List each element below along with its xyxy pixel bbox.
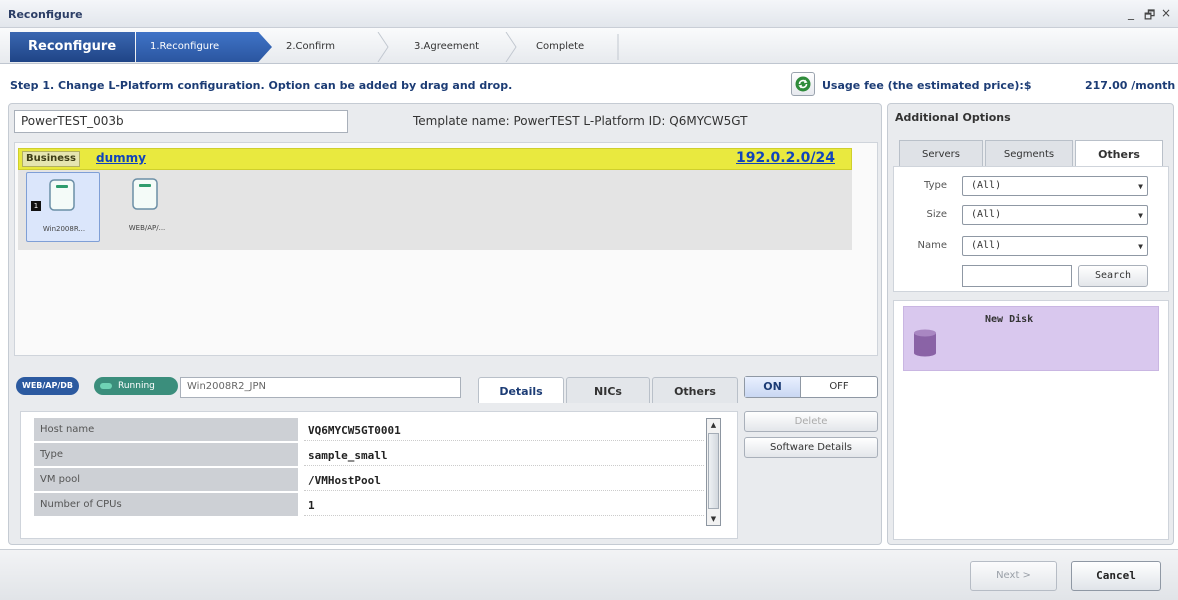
segment-network-link[interactable]: 192.0.2.0/24 (736, 150, 835, 166)
chevron-down-icon: ▼ (1138, 211, 1143, 220)
next-button[interactable]: Next > (970, 561, 1057, 591)
step-separator (617, 34, 619, 60)
filter-name-value: (All) (971, 240, 1002, 251)
filter-size-value: (All) (971, 209, 1002, 220)
row-key: Number of CPUs (34, 493, 298, 516)
step-separator (505, 32, 517, 62)
search-button[interactable]: Search (1078, 265, 1148, 287)
status-text: Running (118, 381, 155, 391)
new-disk-label: New Disk (985, 314, 1034, 325)
server-label: WEB/AP/... (128, 224, 166, 232)
step-agreement: 3.Agreement (414, 41, 480, 52)
step-reconfigure: 1.Reconfigure (136, 32, 272, 62)
cancel-button[interactable]: Cancel (1071, 561, 1161, 591)
tab-servers[interactable]: Servers (899, 140, 983, 167)
usage-fee-value: 217.00 /month (1085, 79, 1176, 92)
server-icon (49, 179, 75, 211)
refresh-button[interactable] (791, 72, 815, 96)
software-details-button[interactable]: Software Details (744, 437, 878, 458)
close-icon[interactable]: × (1161, 6, 1171, 20)
table-row: Type sample_small (34, 443, 704, 467)
delete-button[interactable]: Delete (744, 411, 878, 432)
tab-details[interactable]: Details (478, 377, 564, 403)
filter-type-label: Type (924, 180, 947, 191)
row-value: sample_small (304, 443, 704, 466)
filter-type-select[interactable]: (All) ▼ (962, 176, 1148, 196)
platform-name-field[interactable]: PowerTEST_003b (14, 110, 348, 133)
row-value: VQ6MYCW5GT0001 (304, 418, 704, 441)
power-toggle[interactable]: ON OFF (744, 376, 878, 398)
running-indicator-icon (100, 383, 112, 389)
status-badge: Running (94, 377, 178, 395)
details-scrollbar[interactable]: ▲ ▼ (706, 418, 721, 526)
step-confirm: 2.Confirm (286, 41, 335, 52)
title-bar: Reconfigure _ 🗗 × (0, 0, 1178, 28)
segment-name-link[interactable]: dummy (96, 151, 146, 165)
toggle-on[interactable]: ON (745, 377, 801, 397)
restore-icon[interactable]: 🗗 (1144, 6, 1155, 27)
step-separator (377, 32, 389, 62)
chevron-down-icon: ▼ (1138, 242, 1143, 251)
wizard-head: Reconfigure (10, 32, 135, 62)
step-complete: Complete (536, 41, 585, 52)
template-info: Template name: PowerTEST L-Platform ID: … (413, 114, 748, 128)
segment-badge: Business (22, 151, 80, 167)
server-label: Win2008R... (42, 225, 86, 233)
server-type-pill: WEB/AP/DB (16, 377, 80, 395)
row-key: Type (34, 443, 298, 466)
scroll-thumb[interactable] (708, 433, 719, 509)
chevron-down-icon: ▼ (1138, 182, 1143, 191)
step-instructions: Step 1. Change L-Platform configuration.… (10, 79, 513, 92)
usage-fee-label: Usage fee (the estimated price):$ (822, 79, 1032, 92)
filter-type-value: (All) (971, 180, 1002, 191)
options-title: Additional Options (895, 111, 1011, 124)
server-count-badge: 1 (31, 201, 41, 211)
server-node[interactable]: WEB/AP/... (110, 172, 184, 242)
disk-icon (914, 329, 936, 357)
table-row: Number of CPUs 1 (34, 493, 704, 517)
row-value: 1 (304, 493, 704, 516)
tab-nics[interactable]: NICs (566, 377, 650, 403)
toggle-off[interactable]: OFF (801, 377, 877, 397)
filter-name-select[interactable]: (All) ▼ (962, 236, 1148, 256)
row-key: Host name (34, 418, 298, 441)
filter-size-select[interactable]: (All) ▼ (962, 205, 1148, 225)
server-icon (132, 178, 158, 210)
scroll-up-icon[interactable]: ▲ (708, 419, 719, 431)
server-name-field[interactable]: Win2008R2_JPN (180, 377, 461, 398)
search-input[interactable] (962, 265, 1072, 287)
scroll-down-icon[interactable]: ▼ (708, 513, 719, 525)
tab-others[interactable]: Others (652, 377, 738, 403)
filter-size-label: Size (926, 209, 947, 220)
row-value: /VMHostPool (304, 468, 704, 491)
row-key: VM pool (34, 468, 298, 491)
window-title: Reconfigure (8, 8, 83, 21)
tab-segments[interactable]: Segments (985, 140, 1073, 167)
table-row: VM pool /VMHostPool (34, 468, 704, 492)
server-node[interactable]: 1 Win2008R... (26, 172, 100, 242)
filter-name-label: Name (917, 240, 947, 251)
minimize-icon[interactable]: _ (1128, 6, 1134, 20)
tab-others-options[interactable]: Others (1075, 140, 1163, 167)
table-row: Host name VQ6MYCW5GT0001 (34, 418, 704, 442)
refresh-icon (795, 76, 811, 92)
